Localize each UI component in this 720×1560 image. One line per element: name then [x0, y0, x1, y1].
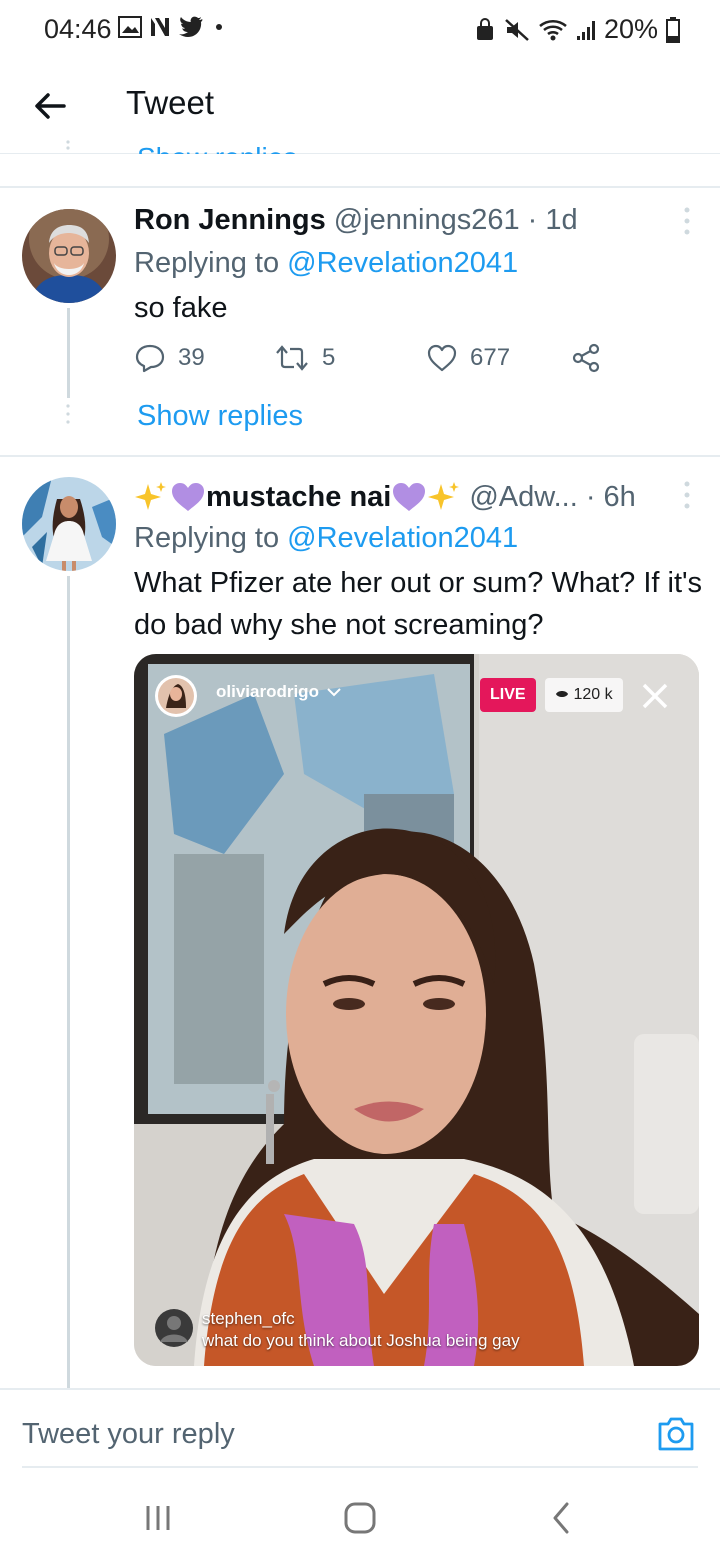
reply-button[interactable]: 39 — [134, 342, 205, 374]
reply-input-underline — [22, 1466, 698, 1468]
mention-link[interactable]: @Revelation2041 — [287, 247, 518, 279]
ig-comment: stephen_ofc what do you think about Josh… — [154, 1308, 520, 1352]
back-arrow-icon[interactable] — [30, 86, 70, 126]
ig-username-text: oliviarodrigo — [216, 682, 319, 701]
ig-profile-avatar-icon — [155, 675, 197, 717]
commenter-avatar-icon — [155, 1309, 193, 1347]
ig-live-top-bar: oliviarodrigo LIVE 120 k — [154, 674, 679, 718]
dot-icon — [216, 24, 222, 30]
tweet-text: What Pfizer ate her out or sum? What? If… — [134, 567, 703, 641]
share-icon — [572, 343, 600, 373]
wifi-icon — [539, 19, 567, 40]
camera-icon[interactable] — [656, 1414, 696, 1454]
close-icon — [642, 683, 668, 709]
tweet-header: mustache nai @Adw... · 6h — [134, 480, 636, 514]
display-name[interactable]: mustache nai — [206, 481, 391, 514]
divider — [0, 186, 720, 188]
signal-icon — [576, 20, 595, 40]
recent-apps-icon[interactable] — [138, 1498, 178, 1538]
mute-icon — [505, 18, 529, 41]
comment-username: stephen_ofc — [202, 1309, 295, 1328]
status-time: 04:46 — [44, 14, 112, 44]
sparkles-icon — [428, 482, 460, 510]
replying-to: Replying to @Revelation2041 — [134, 247, 518, 280]
like-count: 677 — [470, 344, 511, 371]
thread-dots-icon — [66, 404, 70, 424]
handle-time[interactable]: @jennings261 · 1d — [334, 204, 578, 237]
tweet-actions: 39 5 677 — [134, 342, 614, 382]
netflix-icon — [151, 18, 169, 36]
replying-to: Replying to @Revelation2041 — [134, 522, 518, 555]
avatar[interactable] — [22, 209, 116, 303]
battery-icon — [666, 16, 680, 43]
back-nav-icon[interactable] — [542, 1498, 582, 1538]
viewer-count-badge: 120 k — [545, 678, 623, 712]
avatar[interactable] — [22, 477, 116, 571]
status-bar: 04:46 20% — [0, 0, 720, 58]
comment-text: what do you think about Joshua being gay — [202, 1331, 520, 1350]
reply-icon — [135, 344, 165, 373]
status-right: 20% — [474, 14, 680, 45]
thread-line — [67, 576, 70, 1388]
page-title: Tweet — [126, 84, 215, 121]
home-icon[interactable] — [340, 1498, 380, 1538]
tweet-media-image[interactable]: oliviarodrigo LIVE 120 k stephen_ofc wha… — [134, 654, 699, 1366]
mention-link[interactable]: @Revelation2041 — [287, 522, 518, 554]
more-options-icon[interactable] — [682, 206, 692, 236]
gallery-icon — [118, 16, 142, 38]
share-button[interactable] — [570, 342, 602, 374]
chevron-down-icon — [327, 688, 341, 697]
eye-icon — [556, 691, 568, 697]
sparkles-icon — [135, 482, 166, 510]
more-options-icon[interactable] — [682, 480, 692, 510]
handle-time[interactable]: @Adw... · 6h — [469, 481, 635, 514]
retweet-count: 5 — [322, 344, 336, 371]
divider — [0, 455, 720, 457]
tweet-header: Ron Jennings @jennings261 · 1d — [134, 204, 578, 237]
purple-heart-icon — [393, 483, 426, 511]
tweet-text: so fake — [134, 292, 228, 324]
replying-prefix: Replying to — [134, 247, 280, 279]
retweet-icon — [276, 345, 308, 371]
android-nav-bar — [0, 1470, 720, 1560]
reply-composer[interactable]: Tweet your reply — [0, 1388, 720, 1468]
live-badge: LIVE — [480, 678, 536, 712]
notification-icons — [118, 16, 222, 38]
like-button[interactable]: 677 — [426, 342, 510, 374]
twitter-bird-icon — [179, 16, 203, 37]
alarm-lock-icon — [476, 17, 493, 40]
reply-count: 39 — [178, 344, 205, 371]
show-replies-link[interactable]: Show replies — [137, 400, 303, 433]
top-app-bar: Tweet — [0, 58, 720, 154]
purple-heart-icon — [172, 483, 204, 511]
live-stream-photo — [134, 654, 699, 1366]
retweet-button[interactable]: 5 — [274, 342, 335, 374]
viewer-count: 120 k — [573, 686, 613, 703]
heart-icon — [427, 344, 457, 372]
thread-line — [67, 308, 70, 398]
ig-username: oliviarodrigo — [216, 682, 341, 702]
display-name[interactable]: Ron Jennings — [134, 204, 326, 237]
thread-dots-icon — [66, 140, 70, 150]
battery-percent: 20% — [603, 14, 658, 44]
show-replies-link-clipped[interactable]: Show replies — [137, 128, 297, 154]
replying-prefix: Replying to — [134, 522, 280, 554]
reply-input[interactable]: Tweet your reply — [22, 1418, 235, 1451]
